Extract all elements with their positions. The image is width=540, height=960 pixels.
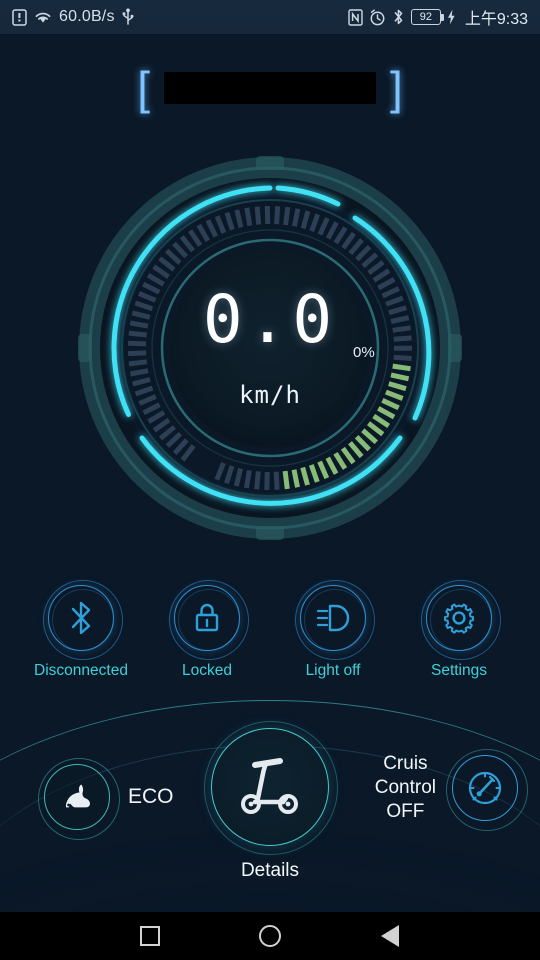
nfc-icon xyxy=(348,8,363,26)
back-triangle-icon[interactable] xyxy=(367,913,413,959)
speedometer-icon[interactable] xyxy=(446,748,528,831)
cruise-control[interactable]: Cruis Control OFF xyxy=(375,748,528,831)
app-root: 60.0B/s 92 上午9:33 [] 0.0 km/h 0% Discon… xyxy=(0,0,540,960)
action-settings[interactable]: Settings xyxy=(403,580,515,680)
recents-square-icon[interactable] xyxy=(127,913,173,959)
gauge-svg xyxy=(78,156,462,540)
bluetooth-icon[interactable] xyxy=(43,580,123,660)
action-label: Light off xyxy=(305,662,361,679)
device-nameplate: [ ] xyxy=(0,62,540,114)
cruise-control-label: Cruis Control OFF xyxy=(375,752,436,823)
gear-icon[interactable] xyxy=(421,580,501,660)
ride-mode-label: ECO xyxy=(128,785,174,808)
home-circle-icon[interactable] xyxy=(247,913,293,959)
battery-icon: 92 xyxy=(410,9,444,25)
headlight-icon[interactable] xyxy=(295,580,375,660)
details-control[interactable]: Details xyxy=(204,721,338,882)
bracket-left: [ xyxy=(137,62,150,114)
scooter-icon[interactable] xyxy=(204,721,338,855)
quick-action-row: Disconnected Locked Light off Settings xyxy=(0,580,540,695)
lock-icon[interactable] xyxy=(169,580,249,660)
network-speed: 60.0B/s xyxy=(59,8,115,25)
device-name-redacted xyxy=(164,72,376,104)
status-bar-left: 60.0B/s xyxy=(12,8,135,26)
cruise-line-2: Control xyxy=(374,776,436,798)
details-label: Details xyxy=(240,860,300,881)
action-bluetooth[interactable]: Disconnected xyxy=(25,580,137,680)
battery-level: 92 xyxy=(419,11,432,23)
alarm-icon xyxy=(369,8,386,26)
status-bar-time: 上午9:33 xyxy=(464,11,528,28)
cruise-line-1: Cruis xyxy=(383,753,428,774)
cruise-line-3: OFF xyxy=(386,800,425,822)
action-lock[interactable]: Locked xyxy=(151,580,263,680)
usb-icon xyxy=(121,8,135,26)
status-bar: 60.0B/s 92 上午9:33 xyxy=(0,0,540,34)
status-bar-right: 92 上午9:33 xyxy=(348,5,528,29)
bracket-right: ] xyxy=(390,62,403,114)
sim-card-icon xyxy=(12,8,27,26)
action-label: Settings xyxy=(430,662,487,679)
android-nav-bar xyxy=(0,912,540,960)
wifi-icon xyxy=(33,9,53,25)
bottom-controls: ECO Details Cruis Control OFF xyxy=(0,721,540,912)
battery-percent-label: 0% xyxy=(353,344,375,361)
speedometer-gauge: 0.0 km/h 0% xyxy=(70,148,470,548)
charging-bolt-icon xyxy=(447,9,456,25)
action-label: Disconnected xyxy=(34,662,128,679)
ride-mode-control[interactable]: ECO xyxy=(38,758,174,840)
rabbit-icon[interactable] xyxy=(38,758,120,840)
action-light[interactable]: Light off xyxy=(277,580,389,680)
action-label: Locked xyxy=(182,662,232,679)
bluetooth-icon xyxy=(392,8,405,26)
